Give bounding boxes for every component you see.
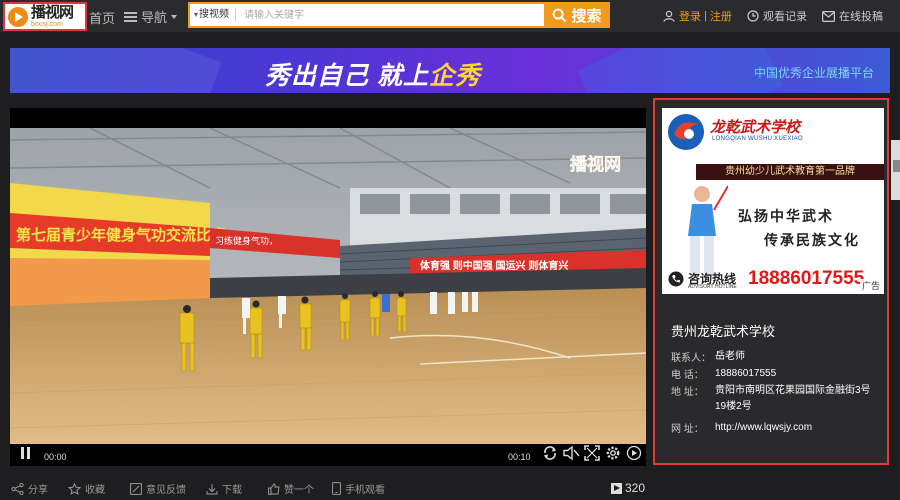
feedback-button[interactable]: 意见反馈 <box>130 481 186 496</box>
ad-calligraphy-2: 传承民族文化 <box>764 233 860 249</box>
fullscreen-icon <box>584 445 600 461</box>
banner-slogan: 秀出自己 就上企秀 <box>265 62 481 90</box>
thumbs-up-icon <box>268 482 280 495</box>
contact-person: 岳老师 <box>715 351 745 362</box>
watch-history-link[interactable]: 观看记录 <box>747 8 807 24</box>
address-row: 地 址： 贵阳市南明区花果园国际金融街3号 19楼2号 <box>671 383 871 415</box>
search-icon <box>553 8 567 22</box>
login-link[interactable]: 登录 <box>679 8 701 24</box>
company-panel: 龙乾武术学校 LONGQIAN WUSHU XUEXIAO 贵州幼少儿武术教育第… <box>653 98 889 465</box>
pause-icon <box>21 447 30 459</box>
fullscreen-button[interactable] <box>584 445 600 463</box>
search-button[interactable]: 搜索 <box>544 2 610 28</box>
school-logo-icon <box>668 114 704 150</box>
clock-icon <box>747 10 759 22</box>
phone-row: 电 话： 18886017555 <box>671 368 777 381</box>
promo-banner[interactable]: 秀出自己 就上企秀 中国优秀企业展播平台 <box>10 48 890 93</box>
share-icon <box>11 482 24 495</box>
play-logo-icon <box>8 6 28 27</box>
video-frame[interactable]: 第七届青少年健身气功交流比赛 习练健身气功， 体育强 则中国强 国运兴 则体育兴 <box>10 128 646 444</box>
duration: 00:10 <box>508 452 531 462</box>
logo-domain: boosj.com <box>31 21 63 28</box>
next-button[interactable] <box>626 445 642 463</box>
mobile-phone-icon <box>332 482 341 495</box>
search-input[interactable] <box>236 5 526 25</box>
download-button[interactable]: 下载 <box>206 481 242 496</box>
nav-guide-menu[interactable]: 导航 <box>124 7 178 26</box>
nav-home-link[interactable]: 首页 <box>89 8 115 27</box>
ad-tag: 广告 <box>859 279 882 292</box>
banner-subtitle: 中国优秀企业展播平台 <box>753 66 874 80</box>
search-scope-select[interactable]: 搜视频 <box>190 8 236 22</box>
website-link[interactable]: http://www.lqwsjy.com <box>715 420 812 436</box>
current-time: 00:00 <box>44 452 67 462</box>
video-watermark: 播视网 <box>570 154 621 174</box>
play-next-icon <box>626 445 642 461</box>
player-controls: 00:00 00:10 <box>10 444 646 466</box>
pause-button[interactable] <box>20 446 32 462</box>
favorite-button[interactable]: 收藏 <box>68 481 105 496</box>
menu-icon <box>124 11 137 22</box>
ad-title: 龙乾武术学校 <box>710 119 801 136</box>
loop-button[interactable] <box>542 445 558 463</box>
ad-strip: 贵州幼少儿武术教育第一品牌 <box>696 164 884 180</box>
chevron-down-icon <box>171 14 178 19</box>
download-icon <box>206 483 218 494</box>
ad-hotline: 咨询热线 ADVISORY HOTLINE <box>668 270 748 290</box>
user-icon <box>663 10 675 22</box>
ad-image[interactable]: 龙乾武术学校 LONGQIAN WUSHU XUEXIAO 贵州幼少儿武术教育第… <box>662 108 884 294</box>
upload-link[interactable]: 在线投稿 <box>822 8 883 24</box>
volume-muted-icon <box>563 445 580 461</box>
scene-banner-text: 第七届青少年健身气功交流比赛 <box>16 226 227 244</box>
upload-label: 在线投稿 <box>839 11 883 23</box>
logo-text: 播视网 <box>31 4 74 21</box>
site-logo[interactable]: 播视网 boosj.com <box>3 2 87 31</box>
watch-history-label: 观看记录 <box>763 11 807 23</box>
like-button[interactable]: 赞一个 <box>268 481 314 496</box>
loop-icon <box>544 446 556 460</box>
svg-text:体育强 则中国强 国运兴 则体育兴: 体育强 则中国强 国运兴 则体育兴 <box>420 259 568 272</box>
ad-calligraphy-1: 弘扬中华武术 <box>738 209 834 225</box>
settings-button[interactable] <box>605 445 621 463</box>
contact-row: 联系人： 岳老师 <box>671 351 745 364</box>
star-icon <box>68 482 81 495</box>
play-count-icon <box>611 482 622 494</box>
ad-title-en: LONGQIAN WUSHU XUEXIAO <box>712 136 803 142</box>
contact-address: 贵阳市南明区花果园国际金融街3号 19楼2号 <box>715 385 871 412</box>
ad-phone: 18886017555 <box>748 268 865 289</box>
share-button[interactable]: 分享 <box>11 481 48 496</box>
mobile-watch-button[interactable]: 手机观看 <box>332 481 385 496</box>
kid-martial-artist-image <box>688 185 728 276</box>
register-link[interactable]: 注册 <box>710 8 732 24</box>
website-row: 网 址： http://www.lqwsjy.com <box>671 420 813 436</box>
company-name[interactable]: 贵州龙乾武术学校 <box>671 321 775 340</box>
mail-icon <box>822 10 835 22</box>
login-area: 登录 | 注册 <box>663 8 732 24</box>
svg-text:习练健身气功，: 习练健身气功， <box>215 235 278 246</box>
top-bar: 播视网 boosj.com 首页 导航 搜视频 搜索 登录 | 注册 观看记录 <box>0 0 900 32</box>
video-player[interactable]: 第七届青少年健身气功交流比赛 习练健身气功， 体育强 则中国强 国运兴 则体育兴 <box>10 108 646 466</box>
mute-button[interactable] <box>563 445 580 463</box>
edit-icon <box>130 482 142 495</box>
search-button-label: 搜索 <box>571 7 602 25</box>
contact-phone: 18886017555 <box>715 368 777 379</box>
video-actions: 分享 收藏 意见反馈 下载 赞一个 手机观看 <box>0 478 900 500</box>
view-count: 320 <box>611 481 645 495</box>
phone-icon <box>668 271 684 287</box>
gear-icon <box>606 446 620 460</box>
nav-guide-label: 导航 <box>141 10 168 25</box>
search-box: 搜视频 <box>188 2 544 28</box>
video-scene: 第七届青少年健身气功交流比赛 习练健身气功， 体育强 则中国强 国运兴 则体育兴 <box>10 128 646 444</box>
